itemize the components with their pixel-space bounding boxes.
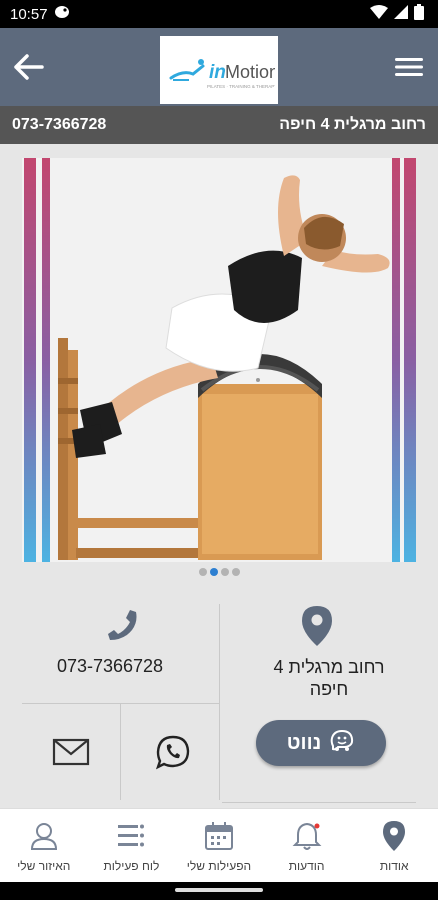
svg-text:Motion: Motion bbox=[225, 62, 275, 82]
bottom-tab-bar: האיזור שלי לוח פעילות הפעילות שלי הודעות… bbox=[0, 808, 438, 882]
status-time: 10:57 bbox=[10, 5, 48, 23]
header-phone[interactable]: 073-7366728 bbox=[12, 116, 106, 134]
back-arrow-icon bbox=[14, 54, 44, 80]
divider bbox=[222, 802, 416, 803]
wifi-icon bbox=[370, 5, 388, 23]
tab-my-activity[interactable]: הפעילות שלי bbox=[175, 809, 263, 882]
calendar-icon bbox=[204, 821, 234, 851]
pagination-dot[interactable] bbox=[198, 568, 207, 576]
tab-label: הודעות bbox=[288, 859, 325, 873]
tab-label: הפעילות שלי bbox=[186, 859, 252, 873]
cell-signal-icon bbox=[394, 5, 408, 23]
phone-number[interactable]: 073-7366728 bbox=[0, 656, 220, 677]
tab-schedule[interactable]: לוח פעילות bbox=[88, 809, 176, 882]
tab-about[interactable]: אודות bbox=[350, 809, 438, 882]
address-line1: רחוב מרגלית 4 bbox=[273, 657, 385, 677]
status-bar: 10:57 bbox=[0, 0, 438, 28]
pagination-dot-active[interactable] bbox=[209, 568, 218, 576]
studio-photo[interactable] bbox=[22, 158, 416, 562]
waze-icon bbox=[329, 728, 355, 758]
hamburger-menu-icon bbox=[395, 58, 423, 76]
address-text: רחוב מרגלית 4 חיפה bbox=[220, 656, 438, 700]
notification-icon bbox=[54, 5, 70, 23]
user-icon bbox=[29, 821, 59, 851]
app-header: in Motion PILATES · TRAINING & THERAPY bbox=[0, 28, 438, 106]
mail-icon bbox=[52, 738, 90, 766]
back-button[interactable] bbox=[10, 48, 48, 86]
divider bbox=[22, 703, 219, 704]
divider bbox=[219, 604, 220, 800]
tab-messages[interactable]: הודעות bbox=[263, 809, 351, 882]
location-pin-icon bbox=[379, 821, 409, 851]
contact-info: 073-7366728 רחוב מרגלית 4 חיפה נווט bbox=[0, 590, 438, 804]
battery-icon bbox=[414, 4, 424, 24]
info-bar: 073-7366728 רחוב מרגלית 4 חיפה bbox=[0, 106, 438, 144]
tab-my-area[interactable]: האיזור שלי bbox=[0, 809, 88, 882]
divider bbox=[120, 704, 121, 800]
waze-label: נווט bbox=[286, 731, 322, 754]
phone-icon[interactable] bbox=[106, 608, 140, 642]
schedule-list-icon bbox=[116, 821, 146, 851]
tab-label: לוח פעילות bbox=[103, 859, 160, 873]
navigate-waze-button[interactable]: נווט bbox=[256, 720, 386, 766]
menu-button[interactable] bbox=[390, 48, 428, 86]
tab-label: האיזור שלי bbox=[17, 859, 71, 873]
svg-text:PILATES · TRAINING & THERAPY: PILATES · TRAINING & THERAPY bbox=[207, 84, 275, 89]
home-gesture-handle[interactable] bbox=[175, 888, 263, 892]
studio-logo: in Motion PILATES · TRAINING & THERAPY bbox=[160, 36, 278, 104]
svg-text:in: in bbox=[209, 62, 226, 83]
bell-icon bbox=[292, 821, 322, 851]
email-button[interactable] bbox=[52, 738, 90, 768]
location-pin-icon bbox=[302, 606, 332, 646]
gallery-pagination bbox=[0, 568, 438, 578]
tab-label: אודות bbox=[379, 859, 409, 873]
pagination-dot[interactable] bbox=[220, 568, 229, 576]
address-line2: חיפה bbox=[309, 679, 349, 699]
whatsapp-button[interactable] bbox=[155, 734, 191, 770]
whatsapp-icon bbox=[155, 735, 190, 770]
pagination-dot[interactable] bbox=[231, 568, 240, 576]
header-address: רחוב מרגלית 4 חיפה bbox=[279, 116, 426, 133]
